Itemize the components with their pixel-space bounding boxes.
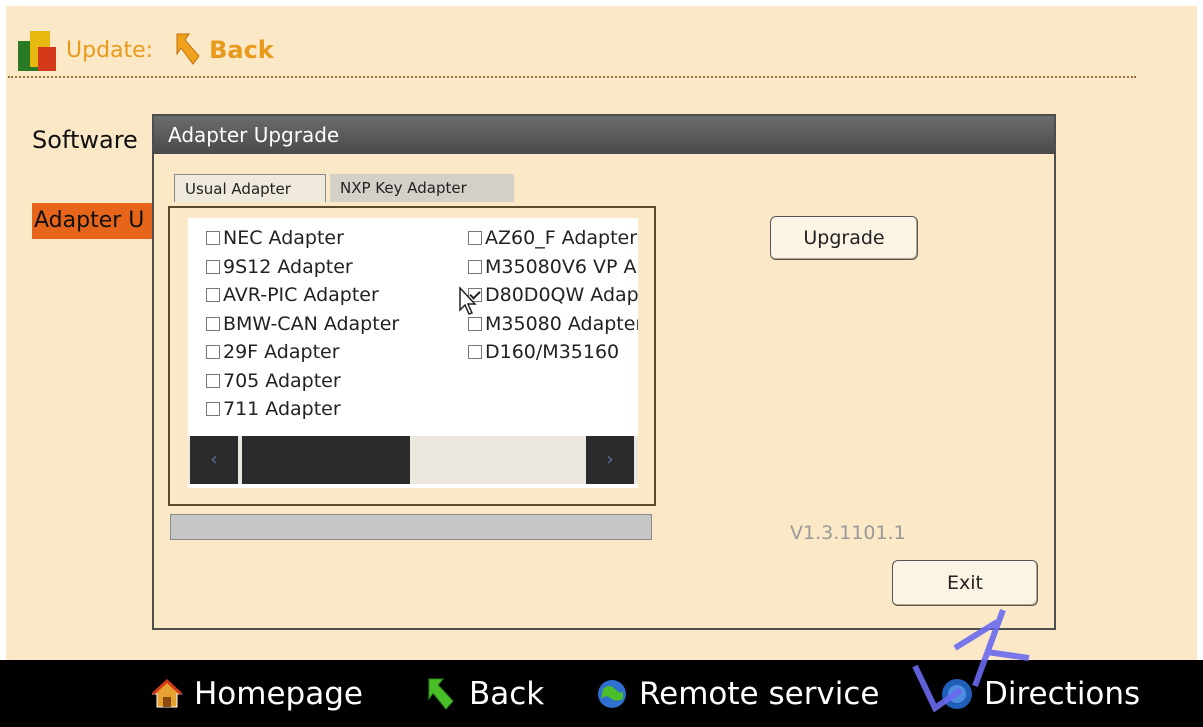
adapter-label: 29F Adapter bbox=[223, 341, 340, 364]
adapter-checkbox[interactable] bbox=[468, 316, 482, 331]
adapter-label: D80D0QW Adap bbox=[485, 284, 638, 307]
tab-nxp-key-adapter[interactable]: NXP Key Adapter bbox=[330, 174, 514, 202]
adapter-label: 9S12 Adapter bbox=[223, 255, 353, 278]
adapter-item[interactable]: AVR-PIC Adapter bbox=[206, 281, 399, 310]
scroll-left-button[interactable]: ‹ bbox=[190, 436, 238, 484]
adapter-item[interactable]: 711 Adapter bbox=[206, 395, 399, 424]
taskbar-homepage[interactable]: Homepage bbox=[150, 670, 363, 718]
horizontal-scrollbar[interactable]: ‹ › bbox=[188, 436, 638, 484]
adapter-label: AVR-PIC Adapter bbox=[223, 284, 379, 307]
adapter-item[interactable]: M35080 Adapter bbox=[468, 310, 638, 339]
taskbar-remote-label: Remote service bbox=[639, 676, 880, 712]
back-arrow-icon bbox=[428, 678, 454, 710]
adapter-checkbox[interactable] bbox=[206, 259, 220, 274]
page-title: Update: bbox=[66, 37, 154, 63]
header-divider bbox=[8, 76, 1136, 78]
adapter-checkbox[interactable] bbox=[206, 402, 220, 417]
adapter-item[interactable]: AZ60_F Adapter bbox=[468, 224, 638, 253]
upgrade-progress-bar bbox=[170, 514, 652, 540]
dialog-title: Adapter Upgrade bbox=[154, 116, 1054, 154]
taskbar-back-label: Back bbox=[469, 676, 545, 712]
adapter-checkbox[interactable] bbox=[206, 345, 220, 360]
adapter-checkbox[interactable] bbox=[206, 288, 220, 303]
adapter-list-frame: NEC Adapter 9S12 Adapter AVR-PIC Adapter BM… bbox=[168, 206, 656, 506]
adapter-label: 705 Adapter bbox=[223, 369, 341, 392]
window-frame-right bbox=[1197, 0, 1203, 660]
taskbar-back[interactable]: Back bbox=[425, 670, 544, 718]
adapter-item[interactable]: M35080V6 VP A bbox=[468, 253, 638, 282]
scrollbar-thumb[interactable] bbox=[242, 436, 410, 484]
window-frame-left bbox=[0, 0, 6, 660]
home-icon bbox=[151, 678, 183, 708]
adapter-label: M35080V6 VP A bbox=[485, 255, 637, 278]
adapter-item[interactable]: D80D0QW Adap bbox=[468, 281, 638, 310]
adapter-checkbox[interactable] bbox=[468, 231, 482, 246]
adapter-label: AZ60_F Adapter bbox=[485, 227, 638, 250]
adapter-item[interactable]: BMW-CAN Adapter bbox=[206, 310, 399, 339]
adapter-checkbox[interactable] bbox=[468, 259, 482, 274]
header-back-link[interactable]: Back bbox=[209, 36, 274, 64]
adapter-label: NEC Adapter bbox=[223, 227, 344, 250]
window-frame-top bbox=[0, 0, 1203, 6]
adapter-label: D160/M35160 bbox=[485, 341, 620, 364]
app-logo-icon bbox=[14, 27, 58, 73]
adapter-label: 711 Adapter bbox=[223, 398, 341, 421]
scroll-right-button[interactable]: › bbox=[586, 436, 634, 484]
adapter-label: BMW-CAN Adapter bbox=[223, 312, 400, 335]
adapter-list-column-1: NEC Adapter 9S12 Adapter AVR-PIC Adapter BM… bbox=[206, 224, 399, 424]
adapter-label: M35080 Adapter bbox=[485, 312, 638, 335]
adapter-checkbox[interactable] bbox=[468, 345, 482, 360]
taskbar-homepage-label: Homepage bbox=[194, 676, 363, 712]
header-bar: Update: Back bbox=[14, 26, 274, 74]
adapter-item[interactable]: 705 Adapter bbox=[206, 367, 399, 396]
exit-button[interactable]: Exit bbox=[892, 560, 1038, 606]
version-label: V1.3.1101.1 bbox=[790, 522, 906, 544]
software-menu-item[interactable]: Software bbox=[32, 126, 138, 154]
adapter-item[interactable]: NEC Adapter bbox=[206, 224, 399, 253]
adapter-upgrade-dialog: Adapter Upgrade Usual Adapter NXP Key Ad… bbox=[152, 114, 1056, 630]
upgrade-button[interactable]: Upgrade bbox=[770, 216, 918, 260]
adapter-item[interactable]: D160/M35160 bbox=[468, 338, 638, 367]
mouse-cursor-icon bbox=[459, 286, 477, 315]
tab-usual-adapter[interactable]: Usual Adapter bbox=[174, 174, 326, 202]
remote-service-icon bbox=[598, 680, 626, 708]
adapter-checkbox[interactable] bbox=[206, 316, 220, 331]
adapter-menu-item[interactable]: Adapter U bbox=[32, 203, 152, 239]
watermark-logo bbox=[912, 608, 1030, 713]
adapter-item[interactable]: 9S12 Adapter bbox=[206, 253, 399, 282]
adapter-list-column-2: AZ60_F Adapter M35080V6 VP A D80D0QW Adap M… bbox=[468, 224, 638, 367]
back-arrow-icon[interactable] bbox=[173, 32, 203, 68]
adapter-checkbox[interactable] bbox=[206, 373, 220, 388]
adapter-item[interactable]: 29F Adapter bbox=[206, 338, 399, 367]
adapter-checkbox[interactable] bbox=[206, 231, 220, 246]
adapter-list: NEC Adapter 9S12 Adapter AVR-PIC Adapter BM… bbox=[188, 218, 638, 488]
taskbar-remote-service[interactable]: Remote service bbox=[595, 670, 880, 718]
